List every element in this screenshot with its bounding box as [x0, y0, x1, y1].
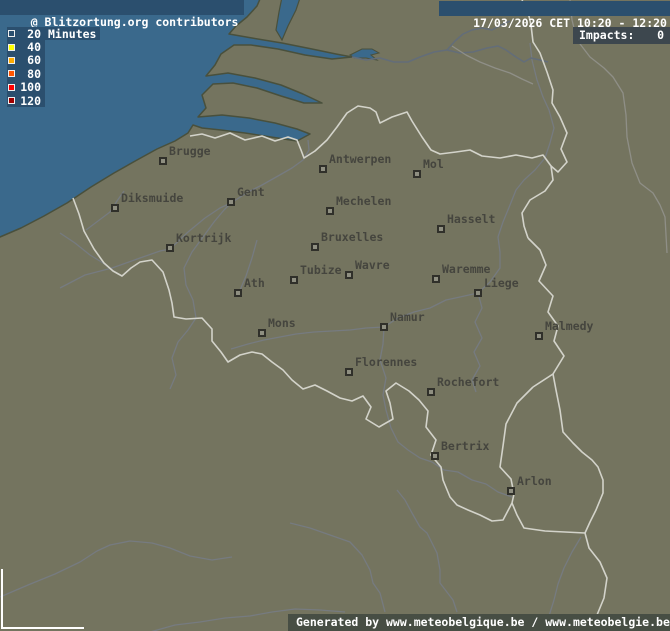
city-label: Hasselt	[447, 214, 495, 225]
city-label: Florennes	[355, 357, 417, 368]
city-label: Malmedy	[545, 321, 593, 332]
city-marker	[326, 207, 334, 215]
city-marker	[474, 289, 482, 297]
city-label: Arlon	[517, 476, 552, 487]
footer-text: Generated by www.meteobelgique.be / www.…	[296, 615, 670, 630]
city-marker	[234, 289, 242, 297]
city-marker	[535, 332, 543, 340]
city-label: Bertrix	[441, 441, 489, 452]
datetime-bar: 17/03/2026 CET 10:20 - 12:20	[439, 1, 670, 16]
legend-row: 120	[7, 94, 45, 107]
legend-color-swatch	[8, 57, 15, 64]
city-label: Mechelen	[336, 196, 391, 207]
legend-row: 100	[7, 81, 45, 94]
attribution-bar: @ Blitzortung.org contributors	[0, 0, 244, 15]
legend-color-swatch	[8, 97, 15, 104]
city-label: Ath	[244, 278, 265, 289]
legend-minutes-value: 20	[19, 27, 41, 41]
city-marker	[159, 157, 167, 165]
footer-attribution-bar: Generated by www.meteobelgique.be / www.…	[288, 614, 670, 631]
city-marker	[319, 165, 327, 173]
city-label: Mol	[423, 159, 444, 170]
impacts-box: Impacts: 0	[573, 27, 670, 44]
city-marker	[258, 329, 266, 337]
legend-minutes-value: 100	[19, 80, 41, 94]
city-marker	[111, 204, 119, 212]
city-label: Gent	[237, 187, 265, 198]
legend-minutes-value: 120	[19, 94, 41, 108]
legend: 20 Minutes 406080100120	[7, 27, 100, 107]
city-label: Antwerpen	[329, 154, 391, 165]
lightning-map-screen: Brugge Diksmuide Gent Kortrijk Antwerpen Mech…	[0, 0, 670, 631]
city-marker	[345, 368, 353, 376]
city-marker	[227, 198, 235, 206]
city-label: Liege	[484, 278, 519, 289]
city-marker	[290, 276, 298, 284]
city-marker	[427, 388, 435, 396]
impacts-value: 0	[657, 28, 664, 43]
city-label: Diksmuide	[121, 193, 183, 204]
legend-minutes-value: 60	[19, 53, 41, 67]
legend-color-swatch	[8, 44, 15, 51]
legend-row: 60	[7, 54, 45, 67]
legend-row: 20 Minutes	[7, 27, 100, 40]
legend-minutes-unit: Minutes	[48, 27, 96, 41]
city-label: Kortrijk	[176, 233, 231, 244]
legend-color-swatch	[8, 84, 15, 91]
city-marker	[380, 323, 388, 331]
city-label: Waremme	[442, 264, 490, 275]
legend-row: 40	[7, 40, 45, 53]
city-marker	[311, 243, 319, 251]
city-marker	[413, 170, 421, 178]
legend-color-swatch	[8, 70, 15, 77]
city-marker	[345, 271, 353, 279]
legend-color-swatch	[8, 30, 15, 37]
impacts-label: Impacts:	[579, 28, 634, 43]
city-marker	[431, 452, 439, 460]
city-label: Rochefort	[437, 377, 499, 388]
legend-minutes-value: 80	[19, 67, 41, 81]
city-layer: Brugge Diksmuide Gent Kortrijk Antwerpen Mech…	[0, 0, 670, 631]
city-label: Mons	[268, 318, 296, 329]
city-label: Tubize	[300, 265, 342, 276]
legend-row: 80	[7, 67, 45, 80]
city-label: Brugge	[169, 146, 211, 157]
legend-minutes-value: 40	[19, 40, 41, 54]
city-label: Namur	[390, 312, 425, 323]
city-marker	[507, 487, 515, 495]
city-label: Bruxelles	[321, 232, 383, 243]
city-marker	[432, 275, 440, 283]
city-label: Wavre	[355, 260, 390, 271]
city-marker	[437, 225, 445, 233]
city-marker	[166, 244, 174, 252]
